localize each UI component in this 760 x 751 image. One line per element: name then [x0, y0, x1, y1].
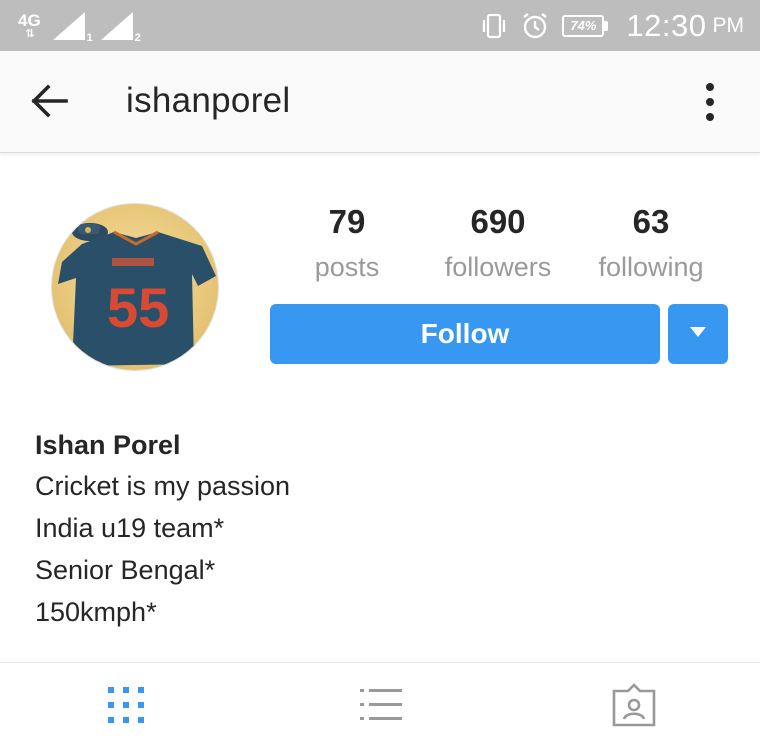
app-bar: ishanporel — [0, 51, 760, 153]
more-options-button[interactable] — [696, 79, 724, 125]
status-left: 4G ⇅ 1 2 — [18, 10, 147, 44]
profile-full-name: Ishan Porel — [35, 430, 181, 460]
vibrate-icon — [480, 12, 508, 40]
avatar[interactable]: 55 — [51, 203, 219, 371]
network-type: 4G ⇅ — [18, 10, 41, 40]
clock-ampm: PM — [712, 13, 745, 37]
follow-button[interactable]: Follow — [270, 304, 660, 364]
suggested-users-button[interactable] — [668, 304, 728, 364]
status-right: 74% 12:30 PM — [480, 8, 744, 44]
tab-tagged-photos[interactable] — [574, 663, 694, 751]
following-label: following — [598, 252, 704, 282]
profile-stats: 79 posts 690 followers 63 following — [270, 200, 730, 290]
bio-line: 150kmph* — [35, 597, 157, 627]
status-bar: 4G ⇅ 1 2 74% 12:30 PM — [0, 0, 760, 51]
followers-count: 690 — [470, 203, 526, 240]
page-title: ishanporel — [126, 81, 291, 120]
signal-icon: 2 — [99, 10, 141, 44]
tab-list-view[interactable] — [321, 663, 441, 751]
stat-posts[interactable]: 79 posts — [272, 200, 422, 290]
back-button[interactable] — [28, 83, 72, 123]
sim1-number: 1 — [86, 31, 93, 44]
bio-line: India u19 team* — [35, 513, 225, 543]
bio: Ishan Porel Cricket is my passion India … — [35, 425, 715, 633]
stat-following[interactable]: 63 following — [576, 200, 726, 290]
clock-time: 12:30 — [626, 7, 707, 43]
followers-label: followers — [444, 252, 552, 282]
alarm-icon — [520, 11, 550, 41]
list-icon — [359, 685, 403, 730]
grid-icon — [106, 685, 146, 730]
posts-count: 79 — [328, 203, 366, 240]
network-type-label: 4G — [18, 10, 41, 30]
more-vertical-icon — [706, 83, 714, 91]
following-count: 63 — [632, 203, 670, 240]
bio-line: Cricket is my passion — [35, 471, 291, 501]
battery-icon: 74% — [562, 14, 609, 37]
tagged-photos-icon — [610, 682, 658, 732]
bio-line: Senior Bengal* — [35, 555, 216, 585]
battery-percent: 74% — [562, 14, 605, 37]
stat-followers[interactable]: 690 followers — [423, 200, 573, 290]
profile-tab-bar — [0, 662, 760, 750]
signal-icon: 1 — [51, 10, 93, 44]
battery-tip — [604, 20, 609, 31]
sim2-number: 2 — [134, 31, 141, 44]
tab-grid-view[interactable] — [66, 663, 186, 751]
posts-label: posts — [314, 252, 380, 282]
chevron-down-icon — [689, 325, 707, 343]
network-arrows: ⇅ — [25, 27, 34, 40]
svg-text:55: 55 — [107, 276, 169, 339]
arrow-left-icon — [30, 83, 70, 124]
